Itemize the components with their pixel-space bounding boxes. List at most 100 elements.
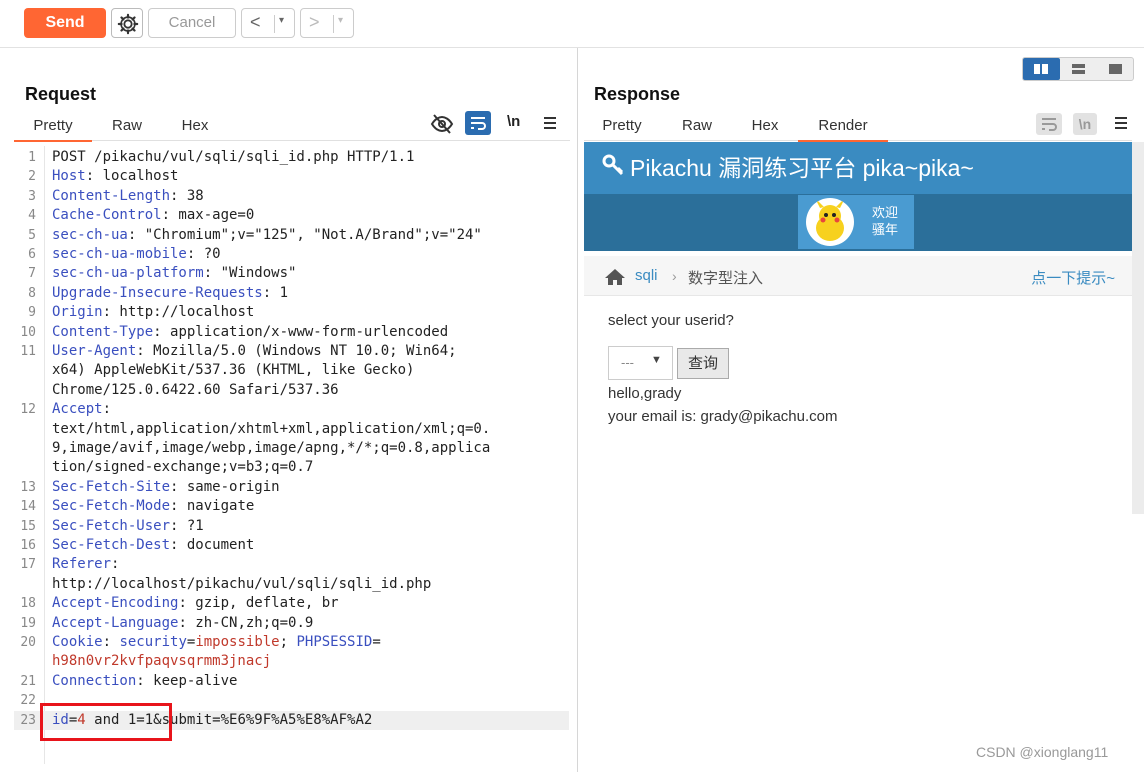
tab-pretty[interactable]: Pretty <box>14 112 92 142</box>
line-code: Cookie: security=impossible; PHPSESSID= <box>52 634 381 650</box>
code-line[interactable]: 16 Sec-Fetch-Dest: document <box>14 536 569 555</box>
code-line[interactable]: 2 Host: localhost <box>14 167 569 186</box>
line-code: Sec-Fetch-User: ?1 <box>52 517 204 534</box>
line-number: 20 <box>20 635 36 650</box>
line-code: Host: localhost <box>52 168 179 185</box>
send-button[interactable]: Send <box>24 8 106 38</box>
forward-button[interactable]: > ▾ <box>300 8 354 38</box>
line-code: Sec-Fetch-Mode: navigate <box>52 498 255 515</box>
code-line[interactable]: 1 POST /pikachu/vul/sqli/sqli_id.php HTTP… <box>14 148 569 167</box>
tab-raw[interactable]: Raw <box>672 112 722 142</box>
code-line[interactable]: 11 User-Agent: Mozilla/5.0 (Windows NT 10… <box>14 342 569 361</box>
tab-pretty[interactable]: Pretty <box>590 112 654 142</box>
tab-hex[interactable]: Hex <box>170 112 220 142</box>
chevron-right-icon: > <box>309 12 320 32</box>
line-number: 17 <box>20 557 36 573</box>
code-line[interactable]: 19 Accept-Language: zh-CN,zh;q=0.9 <box>14 614 569 633</box>
line-number: 15 <box>20 518 36 534</box>
line-number: 2 <box>28 169 36 185</box>
back-button[interactable]: < ▾ <box>241 8 295 38</box>
settings-button[interactable] <box>111 8 143 38</box>
hint-link[interactable]: 点一下提示~ <box>1031 267 1115 288</box>
layout-toggle <box>1022 57 1134 81</box>
chevron-left-icon: < <box>250 12 261 32</box>
code-line[interactable]: 8 Upgrade-Insecure-Requests: 1 <box>14 284 569 303</box>
line-number: 1 <box>28 150 36 165</box>
line-code: POST /pikachu/vul/sqli/sqli_id.php HTTP/… <box>52 149 415 165</box>
highlight-box <box>40 703 172 741</box>
userid-select[interactable]: --- ▼ <box>608 346 673 380</box>
code-line[interactable]: text/html,application/xhtml+xml,applicat… <box>14 420 569 439</box>
code-line[interactable]: 21 Connection: keep-alive <box>14 672 569 691</box>
line-code: Origin: http://localhost <box>52 304 255 321</box>
wrap-lines-icon[interactable] <box>465 111 491 135</box>
code-line[interactable]: 18 Accept-Encoding: gzip, deflate, br <box>14 594 569 613</box>
line-number: 3 <box>28 188 36 204</box>
line-code: sec-ch-ua-platform: "Windows" <box>52 265 297 282</box>
chevron-down-icon: ▼ <box>651 354 662 366</box>
line-code: Accept: <box>52 401 112 418</box>
tab-raw[interactable]: Raw <box>102 112 152 142</box>
code-line[interactable]: 3 Content-Length: 38 <box>14 187 569 206</box>
line-number: 23 <box>20 712 36 728</box>
code-line[interactable]: 10 Content-Type: application/x-www-form-u… <box>14 323 569 342</box>
code-line[interactable]: 13 Sec-Fetch-Site: same-origin <box>14 478 569 497</box>
code-line[interactable]: h98n0vr2kvfpaqvsqrmm3jnacj <box>14 652 569 671</box>
menu-icon[interactable] <box>543 116 557 130</box>
breadcrumb-link[interactable]: sqli <box>635 267 658 284</box>
home-icon[interactable] <box>604 268 626 286</box>
breadcrumb-current: 数字型注入 <box>688 270 764 287</box>
single-pane-icon <box>1109 64 1122 74</box>
site-header: Pikachu 漏洞练习平台 pika~pika~ <box>584 142 1132 194</box>
code-line[interactable]: 17 Referer: <box>14 555 569 574</box>
layout-rows-button[interactable] <box>1060 58 1097 80</box>
request-editor[interactable]: 1 POST /pikachu/vul/sqli/sqli_id.php HTTP… <box>14 146 569 764</box>
code-line[interactable]: http://localhost/pikachu/vul/sqli/sqli_i… <box>14 575 569 594</box>
user-box[interactable]: 欢迎 骚年 <box>798 195 914 249</box>
line-code: Upgrade-Insecure-Requests: 1 <box>52 284 289 301</box>
wrap-lines-icon[interactable] <box>1036 113 1062 135</box>
tab-hex[interactable]: Hex <box>740 112 790 142</box>
layout-split-button[interactable] <box>1023 58 1060 80</box>
site-title: Pikachu 漏洞练习平台 pika~pika~ <box>630 155 974 181</box>
line-number: 9 <box>28 305 36 321</box>
code-line[interactable]: x64) AppleWebKit/537.36 (KHTML, like Gec… <box>14 361 569 380</box>
code-line[interactable]: 14 Sec-Fetch-Mode: navigate <box>14 497 569 516</box>
columns-icon <box>1034 64 1048 74</box>
scrollbar[interactable] <box>1132 142 1144 514</box>
line-code: x64) AppleWebKit/537.36 (KHTML, like Gec… <box>52 362 415 379</box>
cancel-button[interactable]: Cancel <box>148 8 236 38</box>
line-number: 12 <box>20 402 36 418</box>
render-view: Pikachu 漏洞练习平台 pika~pika~ 欢迎 骚年 sqli › 数… <box>584 142 1132 742</box>
menu-icon[interactable] <box>1114 116 1128 130</box>
line-number: 18 <box>20 596 36 612</box>
code-line[interactable]: 9 Origin: http://localhost <box>14 303 569 322</box>
chevron-down-icon[interactable]: ▾ <box>338 15 343 26</box>
code-line[interactable]: 7 sec-ch-ua-platform: "Windows" <box>14 264 569 283</box>
code-line[interactable]: Chrome/125.0.6422.60 Safari/537.36 <box>14 381 569 400</box>
code-line[interactable]: 5 sec-ch-ua: "Chromium";v="125", "Not.A/B… <box>14 226 569 245</box>
code-line[interactable]: 9,image/avif,image/webp,image/apng,*/*;q… <box>14 439 569 458</box>
pane-divider[interactable] <box>577 48 578 772</box>
line-number: 8 <box>28 285 36 301</box>
response-title: Response <box>594 84 681 104</box>
watermark: CSDN @xionglang11 <box>976 744 1109 760</box>
eye-off-icon[interactable] <box>430 113 454 135</box>
code-line[interactable]: 12 Accept: <box>14 400 569 419</box>
code-line[interactable]: 20 Cookie: security=impossible; PHPSESSID… <box>14 633 569 652</box>
line-number: 14 <box>20 499 36 515</box>
code-line[interactable]: 15 Sec-Fetch-User: ?1 <box>14 517 569 536</box>
line-number: 10 <box>20 324 36 340</box>
query-button[interactable]: 查询 <box>677 348 729 379</box>
chevron-down-icon[interactable]: ▾ <box>279 15 284 26</box>
layout-single-button[interactable] <box>1097 58 1134 80</box>
line-number: 6 <box>28 247 36 262</box>
tab-render[interactable]: Render <box>798 112 888 142</box>
code-line[interactable]: tion/signed-exchange;v=b3;q=0.7 <box>14 458 569 477</box>
code-line[interactable]: 6 sec-ch-ua-mobile: ?0 <box>14 245 569 264</box>
welcome-text: 欢迎 骚年 <box>872 205 899 237</box>
code-line[interactable]: 4 Cache-Control: max-age=0 <box>14 206 569 225</box>
newline-toggle[interactable]: \n <box>1073 113 1097 135</box>
line-number: 16 <box>20 538 36 553</box>
newline-toggle[interactable]: \n <box>507 113 520 130</box>
